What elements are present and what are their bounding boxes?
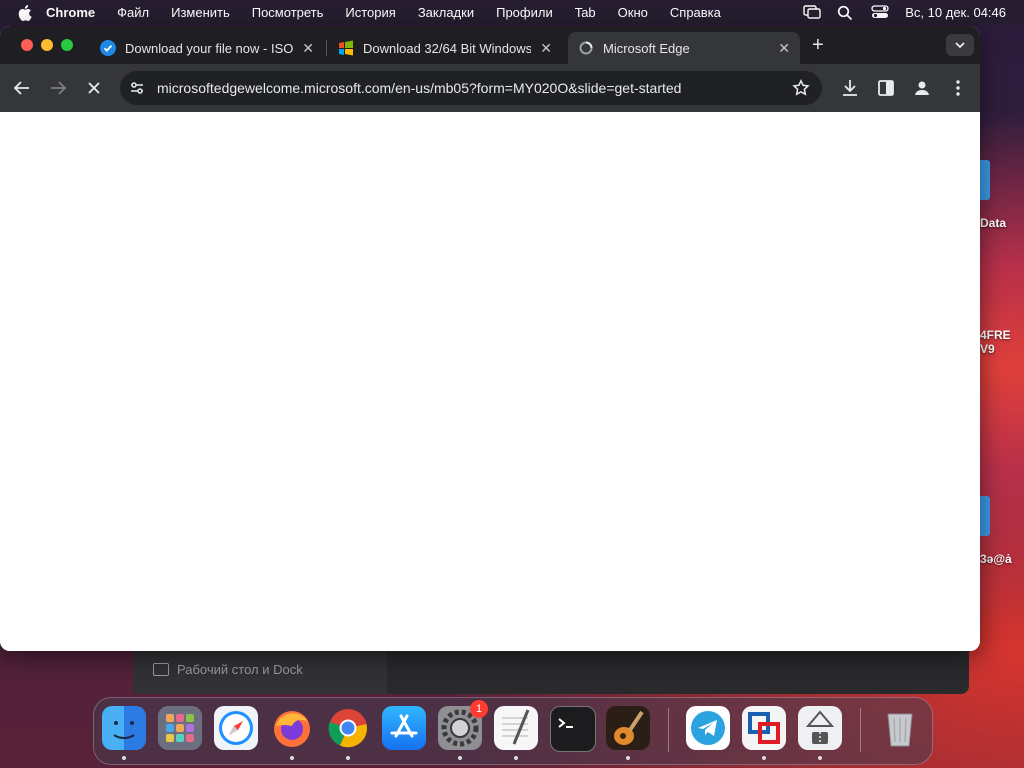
loading-favicon-icon (578, 40, 594, 56)
running-indicator (626, 756, 630, 760)
tab-separator (326, 40, 327, 56)
running-indicator (514, 756, 518, 760)
menu-edit[interactable]: Изменить (171, 5, 230, 20)
screen-mirroring-icon[interactable] (803, 5, 821, 19)
garageband-icon[interactable] (606, 706, 650, 750)
download-icon[interactable] (838, 76, 862, 100)
tab-title: Download 32/64 Bit Windows (363, 40, 531, 56)
back-arrow-icon[interactable] (10, 76, 34, 100)
menu-bar: Chrome Файл Изменить Посмотреть История … (0, 0, 1024, 24)
menu-tab[interactable]: Tab (575, 5, 596, 20)
minimize-window-button[interactable] (41, 39, 53, 51)
dock-separator (860, 708, 861, 752)
firefox-icon[interactable] (270, 706, 314, 750)
chrome-icon[interactable] (326, 706, 370, 750)
menu-app-name[interactable]: Chrome (46, 5, 95, 20)
close-tab-icon[interactable]: ✕ (778, 40, 790, 57)
close-tab-icon[interactable]: ✕ (302, 40, 314, 57)
control-center-icon[interactable] (871, 5, 889, 19)
apple-menu-icon[interactable] (18, 4, 32, 21)
zoom-window-button[interactable] (61, 39, 73, 51)
dock-separator (668, 708, 669, 752)
safari-icon[interactable] (214, 706, 258, 750)
chrome-window: Download your file now - ISO ✕ Download … (0, 26, 980, 651)
close-tab-icon[interactable]: ✕ (540, 40, 552, 57)
menu-help[interactable]: Справка (670, 5, 721, 20)
running-indicator (762, 756, 766, 760)
windows-logo-icon (338, 40, 354, 56)
running-indicator (290, 756, 294, 760)
system-settings-icon[interactable]: 1 (438, 700, 488, 750)
url-text[interactable]: microsoftedgewelcome.microsoft.com/en-us… (157, 80, 681, 96)
menu-view[interactable]: Посмотреть (252, 5, 324, 20)
running-indicator (818, 756, 822, 760)
site-info-icon[interactable] (128, 79, 146, 102)
archive-utility-icon[interactable] (798, 706, 842, 750)
address-bar[interactable]: microsoftedgewelcome.microsoft.com/en-us… (120, 71, 822, 105)
notification-badge: 1 (470, 700, 488, 718)
menu-profiles[interactable]: Профили (496, 5, 553, 20)
dock: 1 (93, 697, 933, 765)
launchpad-icon[interactable] (158, 706, 202, 750)
close-window-button[interactable] (21, 39, 33, 51)
stop-loading-icon[interactable] (82, 76, 106, 100)
menu-window[interactable]: Окно (618, 5, 648, 20)
menu-bookmarks[interactable]: Закладки (418, 5, 474, 20)
tab-title: Download your file now - ISO (125, 40, 293, 56)
menu-file[interactable]: Файл (117, 5, 149, 20)
telegram-icon[interactable] (686, 706, 730, 750)
app-store-icon[interactable] (382, 706, 426, 750)
spotlight-search-icon[interactable] (837, 5, 855, 21)
tab-download-windows[interactable]: Download 32/64 Bit Windows ✕ (330, 32, 562, 64)
finder-icon[interactable] (102, 706, 146, 750)
tab-strip: Download your file now - ISO ✕ Download … (0, 26, 980, 64)
browser-toolbar: microsoftedgewelcome.microsoft.com/en-us… (0, 64, 980, 112)
desktop-label-data[interactable]: Data (980, 216, 1006, 230)
parallels-icon[interactable] (742, 706, 786, 750)
running-indicator (346, 756, 350, 760)
tab-search-button[interactable] (946, 34, 974, 56)
new-tab-button[interactable]: + (812, 34, 824, 57)
tab-title: Microsoft Edge (603, 40, 690, 56)
tab-microsoft-edge[interactable]: Microsoft Edge ✕ (568, 32, 800, 64)
sidebar-item-label: Рабочий стол и Dock (177, 662, 303, 677)
menubar-clock[interactable]: Вс, 10 дек. 04:46 (905, 5, 1006, 20)
running-indicator (458, 756, 462, 760)
check-badge-icon (100, 40, 116, 56)
forward-arrow-icon[interactable] (46, 76, 70, 100)
running-indicator (122, 756, 126, 760)
page-content[interactable] (0, 112, 980, 651)
more-menu-icon[interactable] (946, 76, 970, 100)
tab-download-iso[interactable]: Download your file now - ISO ✕ (92, 32, 324, 64)
desktop-dock-icon (153, 663, 169, 676)
trash-icon[interactable] (878, 706, 922, 750)
desktop-label-iso[interactable]: 4FRE V9 (980, 328, 1011, 356)
sidebar-item-desktop-dock[interactable]: Рабочий стол и Dock (153, 662, 303, 677)
terminal-icon[interactable] (550, 706, 596, 752)
menu-history[interactable]: История (345, 5, 395, 20)
desktop-label-folder[interactable]: 3ə@ȧ (980, 552, 1012, 566)
textedit-icon[interactable] (494, 706, 538, 750)
profile-avatar-icon[interactable] (910, 76, 934, 100)
bookmark-star-icon[interactable] (792, 79, 810, 102)
side-panel-icon[interactable] (874, 76, 898, 100)
